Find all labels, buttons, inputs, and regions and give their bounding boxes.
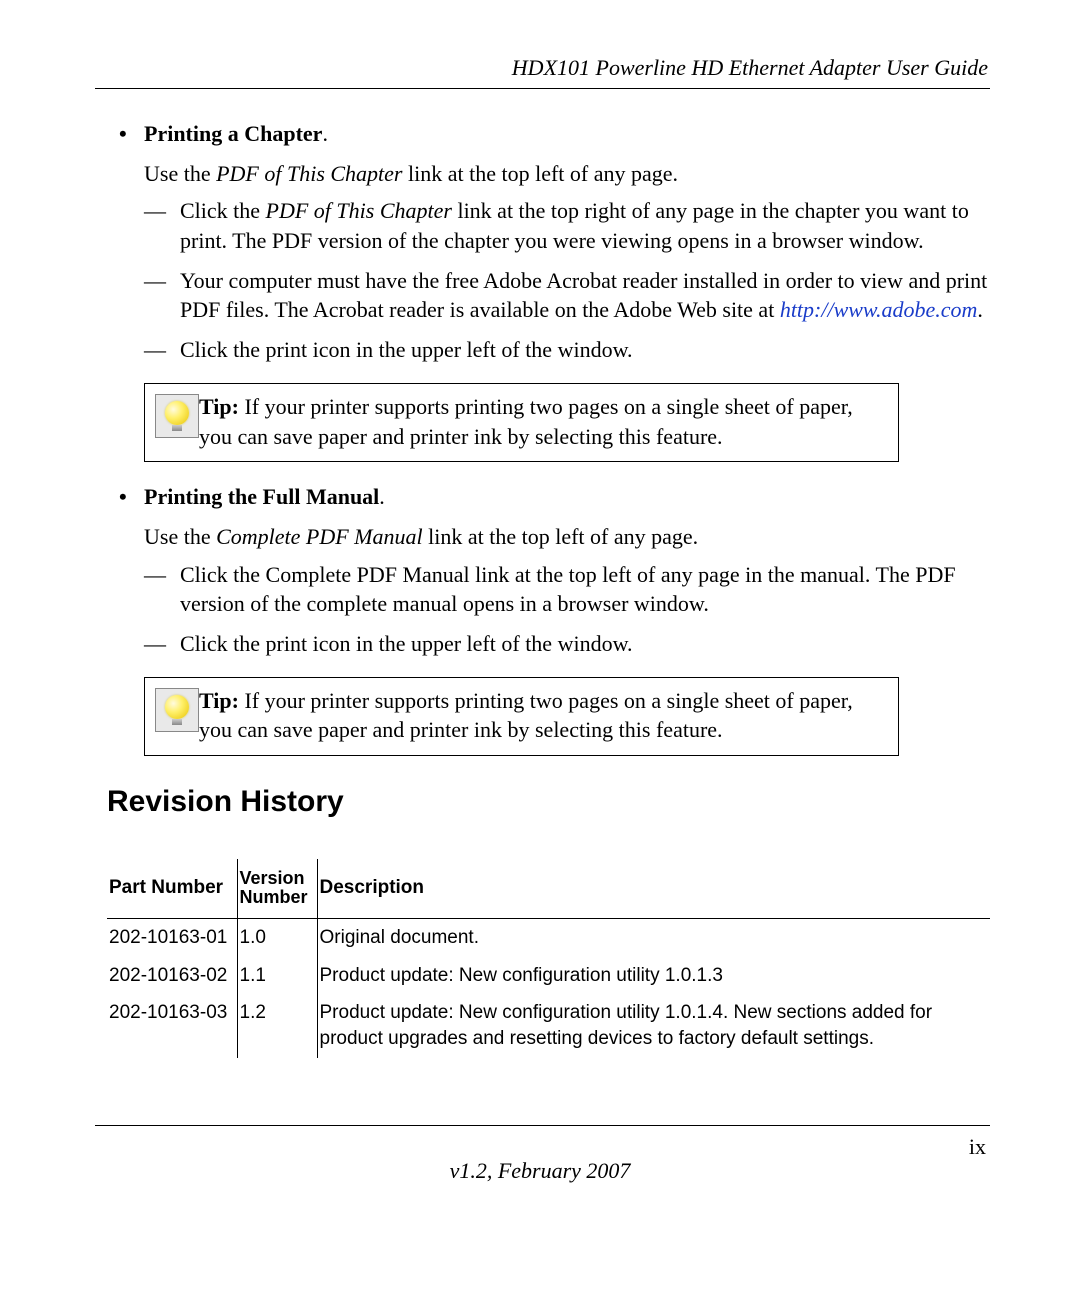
dash-marker: — (144, 266, 180, 325)
lightbulb-icon (155, 688, 199, 732)
cell-part: 202-10163-03 (107, 994, 237, 1057)
revision-history-table: Part Number Version Number Description 2… (107, 859, 990, 1058)
lightbulb-icon (155, 394, 199, 438)
text-italic: PDF of This Chapter (216, 161, 402, 186)
tip-label: Tip: (199, 394, 239, 419)
text: link at the top left of any page. (403, 161, 679, 186)
cell-desc: Original document. (317, 919, 990, 957)
intro-line-full-manual: Use the Complete PDF Manual link at the … (144, 522, 990, 552)
revision-history-heading: Revision History (107, 782, 990, 823)
text: Click the Complete PDF Manual link at th… (180, 560, 990, 619)
dash-item: — Click the PDF of This Chapter link at … (144, 196, 990, 255)
tip-box-1: Tip: If your printer supports printing t… (144, 383, 899, 462)
adobe-link[interactable]: http://www.adobe.com (780, 297, 978, 322)
th-description: Description (317, 859, 990, 919)
page-content: • Printing a Chapter. Use the PDF of Thi… (95, 89, 990, 1058)
cell-version: 1.1 (237, 957, 317, 995)
cell-desc: Product update: New configuration utilit… (317, 957, 990, 995)
text-italic: Complete PDF Manual (216, 524, 423, 549)
dash-marker: — (144, 560, 180, 619)
dash-item: — Click the Complete PDF Manual link at … (144, 560, 990, 619)
cell-desc: Product update: New configuration utilit… (317, 994, 990, 1057)
bullet-item-printing-chapter: • Printing a Chapter. (119, 119, 990, 149)
page-container: HDX101 Powerline HD Ethernet Adapter Use… (0, 0, 1080, 1296)
text: Click the (180, 198, 266, 223)
tip-body: If your printer supports printing two pa… (199, 688, 853, 743)
text-italic: PDF of This Chapter (266, 198, 452, 223)
dash-marker: — (144, 629, 180, 659)
bullet-marker: • (119, 119, 144, 149)
cell-version: 1.0 (237, 919, 317, 957)
text: Click the print icon in the upper left o… (180, 629, 990, 659)
dash-item: — Click the print icon in the upper left… (144, 335, 990, 365)
cell-part: 202-10163-01 (107, 919, 237, 957)
dash-item: — Click the print icon in the upper left… (144, 629, 990, 659)
text: link at the top left of any page. (423, 524, 699, 549)
tip-text: Tip: If your printer supports printing t… (199, 686, 888, 745)
tip-body: If your printer supports printing two pa… (199, 394, 853, 449)
cell-version: 1.2 (237, 994, 317, 1057)
intro-line-chapter: Use the PDF of This Chapter link at the … (144, 159, 990, 189)
table-row: 202-10163-01 1.0 Original document. (107, 919, 990, 957)
text: Click the print icon in the upper left o… (180, 335, 990, 365)
text: Version (240, 868, 305, 888)
page-number: ix (969, 1134, 986, 1160)
footer-rule (95, 1125, 990, 1126)
cell-part: 202-10163-02 (107, 957, 237, 995)
bullet-item-printing-full-manual: • Printing the Full Manual. (119, 482, 990, 512)
dash-item: — Your computer must have the free Adobe… (144, 266, 990, 325)
tip-label: Tip: (199, 688, 239, 713)
bullet-marker: • (119, 482, 144, 512)
page-footer: v1.2, February 2007 (0, 1158, 1080, 1184)
punct: . (379, 484, 385, 509)
text: Number (240, 887, 308, 907)
punct: . (322, 121, 328, 146)
table-row: 202-10163-03 1.2 Product update: New con… (107, 994, 990, 1057)
th-version-number: Version Number (237, 859, 317, 919)
bullet-title: Printing the Full Manual (144, 484, 379, 509)
tip-box-2: Tip: If your printer supports printing t… (144, 677, 899, 756)
text: . (977, 297, 983, 322)
bullet-title: Printing a Chapter (144, 121, 322, 146)
text: Use the (144, 524, 216, 549)
dash-marker: — (144, 196, 180, 255)
th-part-number: Part Number (107, 859, 237, 919)
text: Use the (144, 161, 216, 186)
table-header-row: Part Number Version Number Description (107, 859, 990, 919)
running-head: HDX101 Powerline HD Ethernet Adapter Use… (95, 55, 990, 89)
table-row: 202-10163-02 1.1 Product update: New con… (107, 957, 990, 995)
tip-text: Tip: If your printer supports printing t… (199, 392, 888, 451)
dash-marker: — (144, 335, 180, 365)
